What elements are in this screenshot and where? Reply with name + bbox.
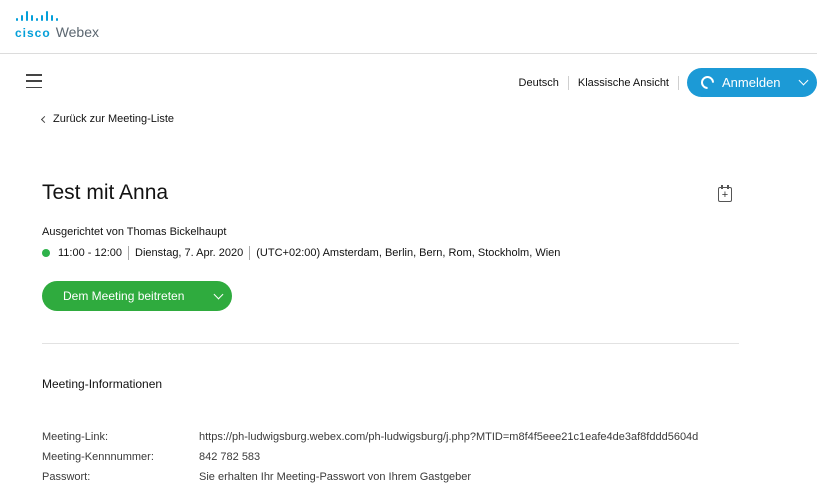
sign-in-button[interactable]: Anmelden [687,68,817,97]
divider [128,246,130,260]
meeting-info-list: Meeting-Link: https://ph-ludwigsburg.web… [42,427,802,487]
header-links: Deutsch Klassische Ansicht Anmelden [510,68,817,97]
meeting-timezone: (UTC+02:00) Amsterdam, Berlin, Bern, Rom… [256,247,561,259]
back-to-meeting-list-link[interactable]: Zurück zur Meeting-Liste [40,113,175,125]
cisco-logo-icon [16,11,99,21]
chevron-down-icon[interactable] [213,289,224,299]
info-label: Meeting-Kennnummer: [42,451,154,463]
top-bar: cisco Webex [0,0,817,54]
meeting-title: Test mit Anna [42,181,169,204]
divider [678,75,679,90]
info-label: Meeting-Link: [42,431,109,443]
info-row-number: Meeting-Kennnummer: 842 782 583 [42,447,802,467]
sign-in-label: Anmelden [722,75,781,90]
classic-view-link[interactable]: Klassische Ansicht [569,77,678,89]
meeting-time: 11:00 - 12:00 [58,247,123,259]
language-link[interactable]: Deutsch [510,77,568,89]
join-meeting-label: Dem Meeting beitreten [63,289,185,303]
join-meeting-button[interactable]: Dem Meeting beitreten [42,281,232,311]
webex-icon [698,73,717,92]
meeting-password: Sie erhalten Ihr Meeting-Passwort von Ih… [199,471,472,483]
meeting-number: 842 782 583 [199,451,261,463]
cisco-wordmark: cisco [15,26,51,40]
chevron-down-icon [798,75,809,86]
meeting-date: Dienstag, 7. Apr. 2020 [135,247,244,259]
hamburger-menu-icon[interactable] [26,74,42,88]
meeting-host: Ausgerichtet von Thomas Bickelhaupt [42,226,227,238]
section-divider [42,343,739,344]
info-label: Passwort: [42,471,91,483]
add-to-calendar-icon[interactable]: + [718,185,732,202]
status-dot-icon [42,249,50,257]
info-row-link: Meeting-Link: https://ph-ludwigsburg.web… [42,427,802,447]
meeting-info-heading: Meeting-Informationen [42,377,163,391]
meeting-schedule: 11:00 - 12:00 Dienstag, 7. Apr. 2020 (UT… [42,246,560,260]
meeting-link[interactable]: https://ph-ludwigsburg.webex.com/ph-ludw… [199,431,698,443]
chevron-left-icon [40,115,49,123]
cisco-webex-logo: cisco Webex [15,11,99,40]
info-row-password: Passwort: Sie erhalten Ihr Meeting-Passw… [42,467,802,487]
back-label: Zurück zur Meeting-Liste [53,113,175,125]
webex-wordmark: Webex [55,24,100,40]
divider [249,246,251,260]
